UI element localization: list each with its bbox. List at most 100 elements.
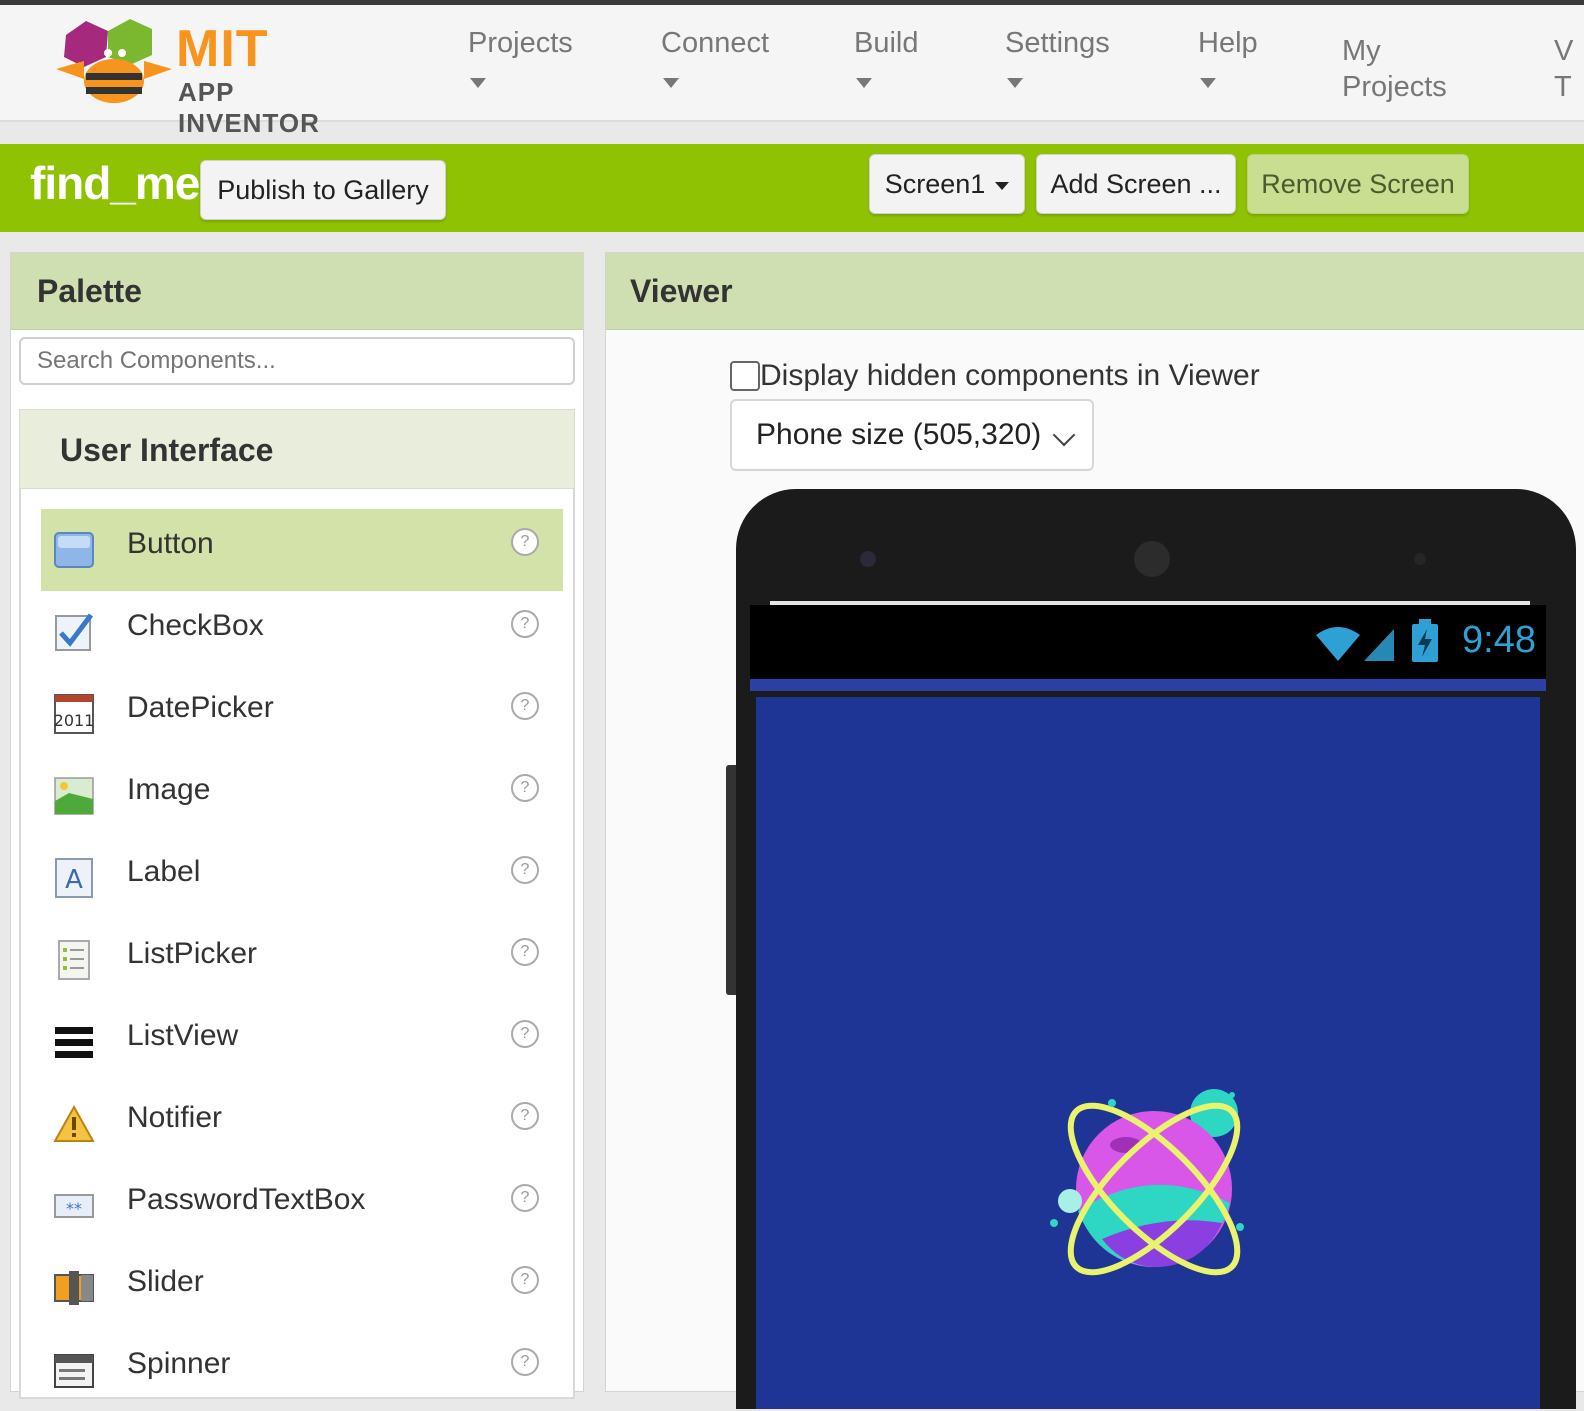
display-hidden-components-row[interactable]: Display hidden components in Viewer	[730, 359, 1260, 393]
caret-down-icon	[470, 78, 486, 88]
phone-size-select[interactable]: Phone size (505,320)	[730, 399, 1094, 471]
nav-connect-label: Connect	[661, 27, 770, 59]
wifi-signal-icon	[1316, 627, 1394, 661]
phone-sensor-icon	[1414, 553, 1426, 565]
caret-down-icon	[663, 78, 679, 88]
palette-item-label: Label	[127, 855, 201, 888]
palette-item-image[interactable]: Image ?	[41, 755, 563, 837]
palette-item-passwordtextbox[interactable]: ** PasswordTextBox ?	[41, 1165, 563, 1247]
publish-to-gallery-button[interactable]: Publish to Gallery	[200, 160, 446, 220]
palette-item-label: Button	[127, 527, 214, 560]
planet-image[interactable]	[1042, 1083, 1262, 1283]
logo-mit-text: MIT	[176, 20, 269, 78]
nav-settings[interactable]: Settings	[1005, 27, 1110, 88]
nav-projects-label: Projects	[468, 27, 573, 59]
screen-select-label: Screen1	[884, 169, 986, 199]
palette-item-label: Slider	[127, 1265, 204, 1298]
button-icon	[54, 532, 94, 568]
caret-down-icon	[1200, 78, 1216, 88]
spinner-icon	[54, 1354, 94, 1388]
status-time: 9:48	[1462, 619, 1536, 661]
project-name: find_me	[30, 157, 200, 209]
project-toolbar: find_me Publish to Gallery Screen1 Add S…	[0, 144, 1584, 232]
add-screen-button[interactable]: Add Screen ...	[1036, 154, 1236, 214]
nav-build-label: Build	[854, 27, 919, 59]
top-nav-bar: MIT APP INVENTOR Projects Connect Build …	[0, 0, 1584, 138]
palette-item-label: PasswordTextBox	[127, 1183, 366, 1216]
nav-help[interactable]: Help	[1198, 27, 1258, 88]
mit-app-inventor-logo[interactable]: MIT APP INVENTOR	[56, 13, 376, 138]
warning-icon	[53, 1104, 95, 1142]
checkbox-icon	[55, 613, 93, 651]
nav-my-projects-line1: My	[1342, 35, 1381, 67]
phone-camera-icon	[860, 551, 876, 567]
nav-view-trash[interactable]: V T	[1554, 33, 1573, 105]
palette-item-datepicker[interactable]: 2011 DatePicker ?	[41, 673, 563, 755]
logo-app-inventor-text: APP INVENTOR	[178, 77, 320, 138]
palette-item-label: ListPicker	[127, 937, 258, 970]
palette-item-label: Spinner	[127, 1347, 231, 1380]
nav-my-projects[interactable]: My Projects	[1342, 33, 1447, 105]
search-components-input[interactable]	[19, 337, 575, 385]
nav-view-trash-line2: T	[1554, 71, 1572, 103]
chevron-down-icon	[1052, 423, 1076, 447]
help-icon[interactable]: ?	[511, 1020, 539, 1048]
label-icon-text: A	[65, 865, 83, 895]
help-icon[interactable]: ?	[511, 856, 539, 884]
help-icon[interactable]: ?	[511, 774, 539, 802]
palette-title: Palette	[11, 253, 583, 330]
nav-projects[interactable]: Projects	[468, 27, 573, 88]
palette-item-listview[interactable]: ListView ?	[41, 1001, 563, 1083]
user-interface-section-header[interactable]: User Interface	[19, 409, 575, 489]
help-icon[interactable]: ?	[511, 528, 539, 556]
nav-connect[interactable]: Connect	[661, 27, 769, 88]
listview-icon	[55, 1027, 93, 1058]
palette-item-button[interactable]: Button ?	[41, 509, 563, 591]
help-icon[interactable]: ?	[511, 1266, 539, 1294]
label-icon: A	[55, 858, 93, 898]
nav-build[interactable]: Build	[854, 27, 919, 88]
palette-item-label[interactable]: A Label ?	[41, 837, 563, 919]
password-icon: **	[54, 1194, 94, 1218]
image-icon	[54, 777, 94, 815]
display-hidden-checkbox[interactable]	[730, 361, 760, 391]
battery-icon	[1412, 619, 1438, 662]
phone-mockup: 9:48	[736, 489, 1576, 1409]
help-icon[interactable]: ?	[511, 692, 539, 720]
slider-icon	[54, 1271, 94, 1305]
password-icon-text: **	[66, 1199, 82, 1218]
app-screen-canvas[interactable]	[756, 697, 1540, 1409]
help-icon[interactable]: ?	[511, 1102, 539, 1130]
viewer-title: Viewer	[606, 253, 1584, 330]
help-icon[interactable]: ?	[511, 938, 539, 966]
remove-screen-button[interactable]: Remove Screen	[1247, 154, 1469, 214]
help-icon[interactable]: ?	[511, 1348, 539, 1376]
datepicker-icon: 2011	[54, 694, 94, 734]
caret-down-icon	[1007, 78, 1023, 88]
caret-down-icon	[856, 78, 872, 88]
listpicker-icon	[58, 940, 90, 980]
palette-item-label: CheckBox	[127, 609, 264, 642]
help-icon[interactable]: ?	[511, 1184, 539, 1212]
phone-status-bar: 9:48	[750, 605, 1546, 679]
palette-item-slider[interactable]: Slider ?	[41, 1247, 563, 1329]
palette-item-notifier[interactable]: Notifier ?	[41, 1083, 563, 1165]
palette-item-label: Notifier	[127, 1101, 223, 1134]
nav-my-projects-line2: Projects	[1342, 71, 1447, 103]
phone-size-value: Phone size (505,320)	[756, 418, 1042, 451]
palette-item-spinner[interactable]: Spinner ?	[41, 1329, 563, 1411]
help-icon[interactable]: ?	[511, 610, 539, 638]
palette-item-label: ListView	[127, 1019, 239, 1052]
display-hidden-label: Display hidden components in Viewer	[760, 359, 1260, 392]
nav-settings-label: Settings	[1005, 27, 1110, 59]
screen-select-dropdown[interactable]: Screen1	[869, 154, 1025, 214]
nav-view-trash-line1: V	[1554, 35, 1574, 67]
component-list: Button ? CheckBox ? 2011 DatePicker ? Im…	[19, 489, 575, 1399]
viewer-panel: Viewer Display hidden components in View…	[605, 252, 1584, 1409]
app-inventor-bee-icon	[56, 19, 172, 103]
palette-item-listpicker[interactable]: ListPicker ?	[41, 919, 563, 1001]
nav-help-label: Help	[1198, 27, 1258, 59]
palette-item-checkbox[interactable]: CheckBox ?	[41, 591, 563, 673]
palette-item-label: DatePicker	[127, 691, 274, 724]
palette-panel: Palette User Interface Button ? CheckBox…	[10, 252, 584, 1399]
